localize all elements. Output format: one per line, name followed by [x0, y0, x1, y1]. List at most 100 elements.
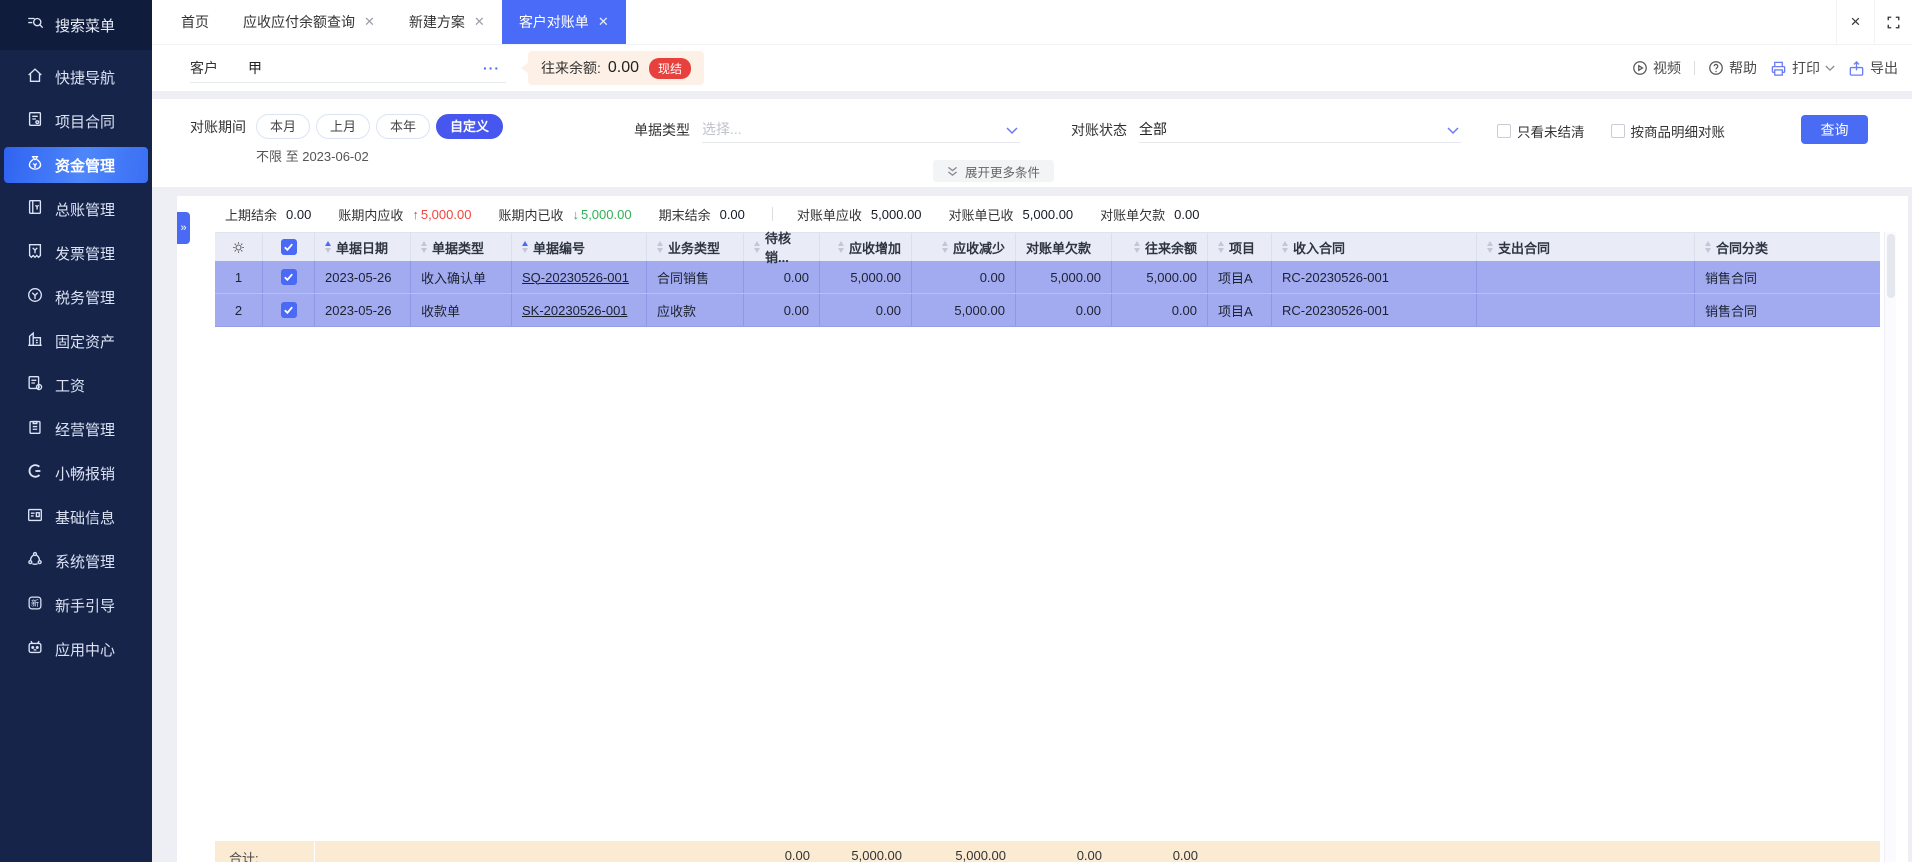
gear-icon — [233, 241, 244, 253]
export-button[interactable]: 导出 — [1848, 58, 1898, 78]
period-filter-group: 对账期间 本月 上月 本年 自定义 不限 至 2023-06-02 — [190, 114, 504, 165]
column-header-pending[interactable]: 待核销... — [744, 231, 820, 265]
chevron-down-icon — [1447, 127, 1459, 135]
sidebar-item-system-management[interactable]: 系统管理 — [4, 543, 148, 579]
cell-biz-type: 应收款 — [647, 294, 744, 326]
column-header-contract-category[interactable]: 合同分类 — [1695, 233, 1880, 261]
pill-custom[interactable]: 自定义 — [436, 114, 504, 139]
column-header-balance[interactable]: 往来余额 — [1112, 233, 1208, 261]
balance-value: 0.00 — [607, 59, 640, 76]
chevron-down-icon — [1825, 65, 1835, 71]
select-all-checkbox[interactable] — [263, 233, 315, 261]
settings-column-header[interactable] — [215, 233, 263, 261]
sidebar-item-invoice-management[interactable]: 发票管理 — [4, 235, 148, 271]
table-row[interactable]: 1 2023-05-26 收入确认单 SQ-20230526-001 合同销售 … — [215, 261, 1880, 294]
sidebar-item-label: 税务管理 — [55, 289, 116, 307]
tab-close-icon[interactable]: ✕ — [364, 14, 375, 30]
doc-type-select[interactable]: 选择... — [702, 119, 1020, 143]
column-header-date[interactable]: 单据日期 — [315, 233, 411, 261]
column-header-income-contract[interactable]: 收入合同 — [1272, 233, 1477, 261]
customer-field[interactable]: 客户 甲 ··· — [190, 53, 506, 83]
sidebar-item-tax-management[interactable]: 税务管理 — [4, 279, 148, 315]
sidebar-item-project-contract[interactable]: 项目合同 — [4, 103, 148, 139]
checkbox-unsettled-only[interactable]: 只看未结清 — [1497, 121, 1585, 141]
sidebar-item-fixed-assets[interactable]: 固定资产 — [4, 323, 148, 359]
expand-more-button[interactable]: 展开更多条件 — [933, 160, 1055, 182]
checkbox-icon[interactable] — [1610, 124, 1625, 138]
tab-bar: 首页 应收应付余额查询 ✕ 新建方案 ✕ 客户对账单 ✕ × — [152, 0, 1912, 45]
print-button[interactable]: 打印 — [1770, 58, 1835, 78]
vertical-scrollbar[interactable] — [1884, 232, 1896, 862]
video-button[interactable]: 视频 — [1632, 58, 1681, 78]
sidebar-item-newbie-guide[interactable]: 新 新手引导 — [4, 587, 148, 623]
toolbar-actions: 视频 帮助 打印 导出 — [1632, 58, 1898, 78]
close-icon[interactable]: × — [1836, 0, 1874, 44]
status-filter-group: 对账状态 全部 — [1071, 119, 1461, 143]
tab-close-icon[interactable]: ✕ — [474, 14, 485, 30]
column-header-biz-type[interactable]: 业务类型 — [647, 233, 744, 261]
sidebar-item-xiaochang-expense[interactable]: 小畅报销 — [4, 455, 148, 491]
fullscreen-icon[interactable] — [1874, 0, 1912, 44]
sidebar-item-label: 资金管理 — [55, 157, 116, 175]
column-header-doc-type[interactable]: 单据类型 — [411, 233, 512, 261]
sidebar-item-quick-nav[interactable]: 快捷导航 — [4, 59, 148, 95]
doc-no-link[interactable]: SQ-20230526-001 — [522, 270, 629, 285]
row-number: 2 — [215, 294, 263, 326]
sidebar-item-general-ledger[interactable]: 总账管理 — [4, 191, 148, 227]
row-checkbox[interactable] — [280, 302, 297, 318]
cell-contract-category: 销售合同 — [1705, 303, 1758, 319]
divider — [771, 207, 773, 221]
column-header-statement-due[interactable]: 对账单欠款 — [1016, 233, 1112, 261]
help-button[interactable]: 帮助 — [1708, 58, 1757, 78]
tab-home[interactable]: 首页 — [164, 0, 226, 44]
chevron-down-icon — [1006, 127, 1018, 135]
tab-close-icon[interactable]: ✕ — [598, 14, 609, 30]
summary-label: 账期内应收 — [338, 207, 404, 223]
totals-spacer — [315, 841, 744, 862]
doc-type-filter-group: 单据类型 选择... — [634, 119, 1020, 143]
payroll-icon — [26, 374, 44, 396]
totals-label: 合计: — [215, 841, 315, 862]
summary-value: 0.00 — [286, 206, 312, 222]
scrollbar-thumb[interactable] — [1887, 234, 1895, 298]
tab-receivable-payable-balance[interactable]: 应收应付余额查询 ✕ — [226, 0, 392, 44]
cell-expense-contract — [1477, 294, 1695, 326]
sidebar-item-payroll[interactable]: 工资 — [4, 367, 148, 403]
checkbox-icon[interactable] — [1497, 124, 1511, 138]
sidebar-item-basic-info[interactable]: 基础信息 — [4, 499, 148, 535]
row-checkbox[interactable] — [280, 269, 297, 285]
table-row[interactable]: 2 2023-05-26 收款单 SK-20230526-001 应收款 0.0… — [215, 294, 1880, 327]
cell-pending: 0.00 — [744, 294, 820, 326]
collapse-handle[interactable]: » — [177, 212, 190, 244]
search-button[interactable]: 查询 — [1801, 115, 1868, 144]
pill-last-month[interactable]: 上月 — [316, 114, 371, 139]
doc-no-link[interactable]: SK-20230526-001 — [522, 303, 628, 318]
svg-text:新: 新 — [31, 598, 39, 608]
xiaochang-expense-icon — [26, 462, 44, 484]
sidebar-item-operations-management[interactable]: 经营管理 — [4, 411, 148, 447]
checkbox-checked-icon[interactable] — [280, 239, 297, 255]
period-range-value[interactable]: 不限 至 2023-06-02 — [256, 146, 503, 165]
cash-settle-badge[interactable]: 现结 — [649, 57, 692, 79]
column-header-doc-no[interactable]: 单据编号 — [512, 233, 647, 261]
period-pills: 本月 上月 本年 自定义 — [256, 114, 504, 139]
sidebar-item-app-center[interactable]: 应用中心 — [4, 631, 148, 667]
ellipsis-button[interactable]: ··· — [483, 60, 500, 76]
app-center-icon — [26, 638, 44, 660]
column-header-ar-increase[interactable]: 应收增加 — [820, 233, 912, 261]
checkbox-by-item-detail[interactable]: 按商品明细对账 — [1610, 121, 1725, 141]
cell-balance: 5,000.00 — [1112, 261, 1208, 293]
column-header-ar-decrease[interactable]: 应收减少 — [912, 233, 1016, 261]
tab-new-plan[interactable]: 新建方案 ✕ — [392, 0, 502, 44]
sidebar-item-label: 新手引导 — [55, 597, 116, 615]
sidebar-item-search-menu[interactable]: 搜索菜单 — [0, 0, 152, 50]
column-header-project[interactable]: 项目 — [1208, 233, 1272, 261]
sidebar-item-funds-management[interactable]: 资金管理 — [4, 147, 148, 183]
status-select[interactable]: 全部 — [1139, 119, 1461, 143]
tab-customer-statement[interactable]: 客户对账单 ✕ — [501, 0, 626, 44]
pill-this-year[interactable]: 本年 — [376, 114, 431, 139]
pill-this-month[interactable]: 本月 — [256, 114, 311, 139]
tab-label: 客户对账单 — [518, 14, 589, 30]
column-header-expense-contract[interactable]: 支出合同 — [1477, 233, 1695, 261]
cell-date: 2023-05-26 — [315, 261, 411, 293]
